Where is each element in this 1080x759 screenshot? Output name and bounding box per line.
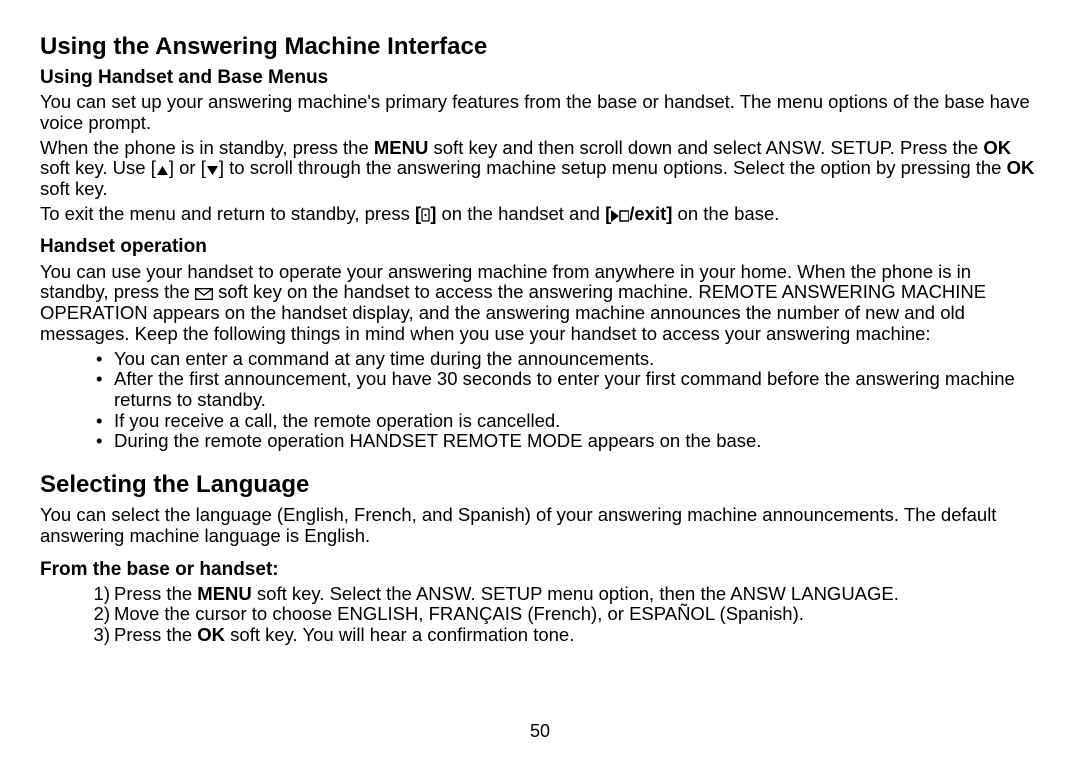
ok-softkey-label: OK [1007, 157, 1035, 178]
play-stop-icon [611, 210, 629, 222]
para-language-intro: You can select the language (English, Fr… [40, 505, 1040, 546]
text: on the handset and [436, 203, 605, 224]
text: ] or [ [169, 157, 206, 178]
step-number: 1) [84, 584, 110, 605]
heading-handset-base-menus: Using Handset and Base Menus [40, 67, 1040, 88]
text: Press the [114, 583, 197, 604]
text: When the phone is in standby, press the [40, 137, 374, 158]
text: soft key. You will hear a confirmation t… [225, 624, 574, 645]
text: Press the [114, 624, 197, 645]
list-item: 2)Move the cursor to choose ENGLISH, FRA… [114, 604, 1040, 625]
list-item: After the first announcement, you have 3… [114, 369, 1040, 410]
list-item: 3)Press the OK soft key. You will hear a… [114, 625, 1040, 646]
menu-softkey-label: MENU [197, 583, 251, 604]
page-number: 50 [0, 721, 1080, 741]
list-item: During the remote operation HANDSET REMO… [114, 431, 1040, 452]
arrow-up-icon [156, 165, 169, 176]
handset-exit-icon: [] [415, 203, 436, 224]
text: To exit the menu and return to standby, … [40, 203, 415, 224]
heading-handset-operation: Handset operation [40, 236, 1040, 257]
text: soft key. Use [ [40, 157, 156, 178]
heading-answering-interface: Using the Answering Machine Interface [40, 34, 1040, 61]
para-exit-standby: To exit the menu and return to standby, … [40, 204, 1040, 225]
para-handset-operation: You can use your handset to operate your… [40, 262, 1040, 345]
handset-operation-list: You can enter a command at any time duri… [40, 349, 1040, 453]
exit-text: /exit] [629, 203, 672, 224]
text: soft key. Select the ANSW. SETUP menu op… [252, 583, 899, 604]
para-setup-primary: You can set up your answering machine's … [40, 92, 1040, 133]
heading-selecting-language: Selecting the Language [40, 472, 1040, 499]
step-number: 3) [84, 625, 110, 646]
text: Move the cursor to choose ENGLISH, FRANÇ… [114, 603, 804, 624]
text: soft key. [40, 178, 108, 199]
heading-from-base-or-handset: From the base or handset: [40, 559, 1040, 580]
ok-softkey-label: OK [197, 624, 225, 645]
ok-softkey-label: OK [983, 137, 1011, 158]
text: ] to scroll through the answering machin… [219, 157, 1007, 178]
list-item: 1)Press the MENU soft key. Select the AN… [114, 584, 1040, 605]
list-item: You can enter a command at any time duri… [114, 349, 1040, 370]
step-number: 2) [84, 604, 110, 625]
arrow-down-icon [206, 165, 219, 176]
list-item: If you receive a call, the remote operat… [114, 411, 1040, 432]
base-exit-label: [/exit] [605, 203, 672, 224]
text: on the base. [672, 203, 779, 224]
text: soft key and then scroll down and select… [428, 137, 983, 158]
language-steps-list: 1)Press the MENU soft key. Select the AN… [40, 584, 1040, 646]
menu-softkey-label: MENU [374, 137, 428, 158]
para-menu-scroll: When the phone is in standby, press the … [40, 138, 1040, 200]
envelope-icon [195, 288, 213, 300]
